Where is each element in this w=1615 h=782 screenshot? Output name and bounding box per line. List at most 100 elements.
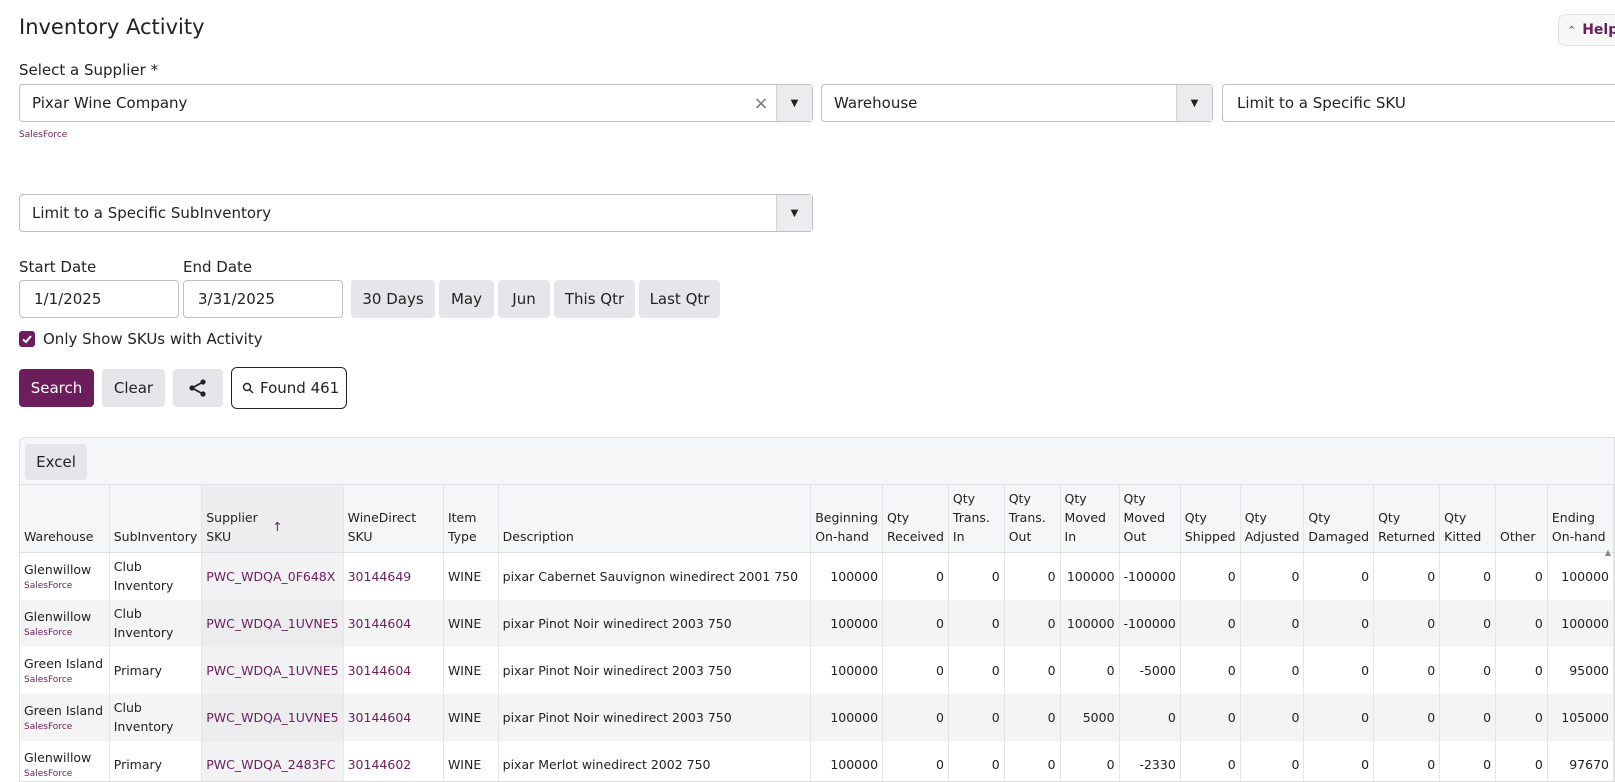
excel-export-button[interactable]: Excel <box>25 444 87 480</box>
cell-qty-received-text: 0 <box>935 756 944 772</box>
cell-ending-on-hand-text: 97670 <box>1569 756 1609 772</box>
table-row[interactable]: Glenwillow SalesForce Club Inventory PWC_WD… <box>20 599 1614 647</box>
range-may-button[interactable]: May <box>439 280 494 318</box>
col-header-item-type[interactable]: Item Type <box>443 485 499 553</box>
cell-qty-received-text: 0 <box>935 615 944 631</box>
only-activity-checkbox[interactable] <box>19 331 35 347</box>
cell-qty-kitted-text: 0 <box>1483 615 1492 631</box>
cell-qty-moved-out: -100000 <box>1119 552 1181 600</box>
subinventory-select[interactable]: Limit to a Specific SubInventory ▼ <box>19 194 813 232</box>
range-last-qtr-button[interactable]: Last Qtr <box>639 280 720 318</box>
warehouse-source-tag: SalesForce <box>24 768 73 779</box>
cell-qty-damaged: 0 <box>1303 599 1375 647</box>
col-header-ending-on-hand[interactable]: Ending On-hand <box>1547 485 1614 553</box>
cell-description-text: pixar Pinot Noir winedirect 2003 750 <box>502 615 732 631</box>
warehouse-source-tag: SalesForce <box>24 721 73 732</box>
sort-ascending-icon: ↑ <box>272 519 283 534</box>
sku-placeholder: Limit to a Specific SKU <box>1237 94 1406 112</box>
cell-item-type-text: WINE <box>447 756 482 772</box>
cell-qty-shipped: 0 <box>1180 646 1241 694</box>
cell-qty-shipped-text: 0 <box>1227 662 1236 678</box>
cell-supplier-sku[interactable]: PWC_WDQA_0F648X <box>201 552 344 600</box>
cell-description-text: pixar Pinot Noir winedirect 2003 750 <box>502 662 732 678</box>
cell-winedirect-sku[interactable]: 30144604 <box>343 646 444 694</box>
cell-subinventory: Primary <box>109 646 203 694</box>
cell-ending-on-hand-text: 105000 <box>1561 709 1609 725</box>
supplier-select[interactable]: Pixar Wine Company × ▼ <box>19 84 813 122</box>
cell-qty-trans-out: 0 <box>1004 740 1061 781</box>
clear-button[interactable]: Clear <box>102 369 165 407</box>
help-button[interactable]: ⌃ Help <box>1558 14 1615 46</box>
range-30-days-button[interactable]: 30 Days <box>351 280 435 318</box>
cell-qty-received-text: 0 <box>935 568 944 584</box>
col-header-qty-trans-out[interactable]: Qty Trans. Out <box>1004 485 1061 553</box>
cell-qty-shipped: 0 <box>1180 693 1241 741</box>
col-header-description[interactable]: Description <box>498 485 812 553</box>
cell-qty-damaged: 0 <box>1303 740 1375 781</box>
cell-qty-moved-out-text: -2330 <box>1139 756 1176 772</box>
end-date-label: End Date <box>183 258 253 276</box>
col-header-other[interactable]: Other <box>1495 485 1548 553</box>
cell-qty-trans-in-text: 0 <box>991 568 1000 584</box>
cell-qty-kitted-text: 0 <box>1483 568 1492 584</box>
col-header-qty-received[interactable]: Qty Received <box>882 485 949 553</box>
table-row[interactable]: Green Island SalesForce Primary PWC_WDQA_1U… <box>20 646 1614 694</box>
cell-supplier-sku[interactable]: PWC_WDQA_1UVNE5 <box>201 646 344 694</box>
cell-supplier-sku-text: PWC_WDQA_1UVNE5 <box>206 615 339 631</box>
close-icon[interactable]: × <box>746 93 776 114</box>
cell-ending-on-hand-text: 100000 <box>1561 568 1609 584</box>
cell-ending-on-hand-text: 95000 <box>1569 662 1609 678</box>
cell-supplier-sku[interactable]: PWC_WDQA_2483FC <box>201 740 344 781</box>
page-title: Inventory Activity <box>19 15 205 39</box>
col-header-beginning-on-hand[interactable]: Beginning On-hand <box>810 485 884 553</box>
warehouse-source-tag: SalesForce <box>24 580 73 591</box>
cell-qty-kitted: 0 <box>1439 552 1497 600</box>
table-row[interactable]: Green Island SalesForce Club Inventory PWC_… <box>20 693 1614 741</box>
col-header-qty-shipped[interactable]: Qty Shipped <box>1180 485 1241 553</box>
cell-qty-returned-text: 0 <box>1427 709 1436 725</box>
col-header-winedirect-sku[interactable]: WineDirect SKU <box>343 485 444 553</box>
cell-qty-kitted-text: 0 <box>1483 709 1492 725</box>
col-header-subinventory[interactable]: SubInventory <box>109 485 203 553</box>
end-date-input[interactable]: 3/31/2025 <box>183 280 343 318</box>
cell-item-type: WINE <box>443 740 499 781</box>
cell-qty-kitted-text: 0 <box>1483 662 1492 678</box>
cell-winedirect-sku[interactable]: 30144649 <box>343 552 444 600</box>
warehouse-value: Warehouse <box>834 94 918 112</box>
caret-down-icon[interactable]: ▼ <box>1176 85 1212 121</box>
supplier-label: Select a Supplier * <box>19 61 159 79</box>
range-this-qtr-button[interactable]: This Qtr <box>554 280 635 318</box>
found-count-label: Found 461 <box>260 379 340 397</box>
start-date-input[interactable]: 1/1/2025 <box>19 280 179 318</box>
col-header-supplier-sku[interactable]: Supplier SKU ↑ <box>201 485 344 553</box>
table-row[interactable]: Glenwillow SalesForce Primary PWC_WDQA_2483… <box>20 740 1614 781</box>
cell-supplier-sku[interactable]: PWC_WDQA_1UVNE5 <box>201 599 344 647</box>
col-header-qty-moved-out[interactable]: Qty Moved Out <box>1119 485 1181 553</box>
range-jun-button[interactable]: Jun <box>498 280 550 318</box>
share-button[interactable] <box>173 369 223 407</box>
cell-winedirect-sku[interactable]: 30144604 <box>343 599 444 647</box>
col-header-qty-damaged[interactable]: Qty Damaged <box>1303 485 1375 553</box>
caret-down-icon[interactable]: ▼ <box>776 85 812 121</box>
col-header-qty-trans-in[interactable]: Qty Trans. In <box>948 485 1005 553</box>
cell-supplier-sku[interactable]: PWC_WDQA_1UVNE5 <box>201 693 344 741</box>
cell-winedirect-sku[interactable]: 30144604 <box>343 693 444 741</box>
table-row[interactable]: Glenwillow SalesForce Club Inventory PWC_WD… <box>20 552 1614 600</box>
caret-down-icon[interactable]: ▼ <box>776 195 812 231</box>
col-header-qty-moved-in[interactable]: Qty Moved In <box>1060 485 1120 553</box>
sku-input[interactable]: Limit to a Specific SKU <box>1222 84 1615 122</box>
cell-qty-moved-out-text: -100000 <box>1123 615 1176 631</box>
found-count-badge[interactable]: Found 461 <box>231 367 347 409</box>
cell-winedirect-sku[interactable]: 30144602 <box>343 740 444 781</box>
warehouse-select[interactable]: Warehouse ▼ <box>821 84 1213 122</box>
col-header-qty-returned[interactable]: Qty Returned <box>1373 485 1441 553</box>
col-header-qty-kitted[interactable]: Qty Kitted <box>1439 485 1497 553</box>
cell-subinventory-text: Primary <box>113 756 163 772</box>
col-header-warehouse[interactable]: Warehouse <box>20 485 110 553</box>
cell-warehouse-text: Glenwillow <box>24 561 92 577</box>
search-button[interactable]: Search <box>19 369 94 407</box>
col-header-qty-adjusted[interactable]: Qty Adjusted <box>1240 485 1305 553</box>
results-grid: Excel Warehouse SubInventory Supplier SK… <box>19 437 1615 782</box>
scroll-up-arrow-icon[interactable]: ▲ <box>1605 548 1611 557</box>
cell-qty-moved-out-text: -100000 <box>1123 568 1176 584</box>
